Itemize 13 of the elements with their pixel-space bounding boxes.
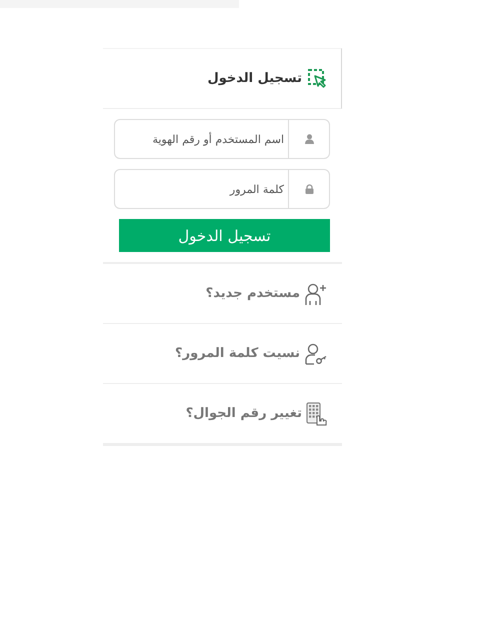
username-field[interactable]: اسم المستخدم أو رقم الهوية [114, 119, 330, 159]
panel-title: تسجيل الدخول [207, 71, 302, 86]
add-user-icon [304, 282, 328, 306]
user-key-icon [304, 342, 328, 366]
menu-link[interactable]: نسيت كلمة المرور؟ [175, 342, 328, 366]
menu-link[interactable]: مستخدم جديد؟ [206, 282, 328, 306]
password-field[interactable]: كلمة المرور [114, 169, 330, 209]
menu-link[interactable]: تغيير رقم الجوال؟ [186, 402, 328, 426]
cursor-selection-icon [308, 69, 327, 88]
login-button[interactable]: تسجيل الدخول [119, 219, 330, 252]
keypad-touch-icon [306, 402, 328, 426]
lock-icon [304, 184, 314, 194]
user-icon [304, 134, 314, 144]
